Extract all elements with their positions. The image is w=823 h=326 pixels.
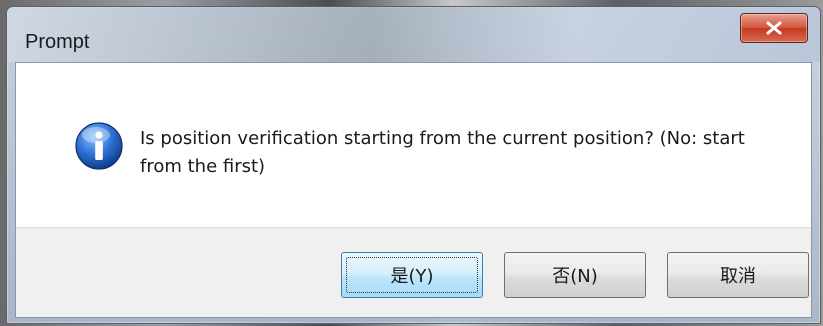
information-icon (75, 122, 123, 170)
dialog-title: Prompt (25, 31, 90, 53)
yes-button[interactable]: 是(Y) (341, 252, 483, 298)
no-button[interactable]: 否(N) (504, 252, 646, 298)
cancel-button-label: 取消 (720, 266, 756, 287)
no-button-label: 否(N) (552, 266, 598, 287)
dialog-body: Is position verification starting from t… (15, 62, 812, 318)
close-button[interactable] (740, 13, 808, 43)
message-text: Is position verification starting from t… (140, 128, 745, 177)
cancel-button[interactable]: 取消 (667, 252, 809, 298)
prompt-dialog: Prompt Is position verification starting… (6, 6, 821, 324)
close-icon (766, 21, 782, 35)
button-bar: 是(Y) 否(N) 取消 (16, 227, 811, 317)
message-area: Is position verification starting from t… (16, 63, 811, 227)
yes-button-label: 是(Y) (390, 266, 434, 287)
title-bar[interactable]: Prompt (7, 7, 820, 62)
